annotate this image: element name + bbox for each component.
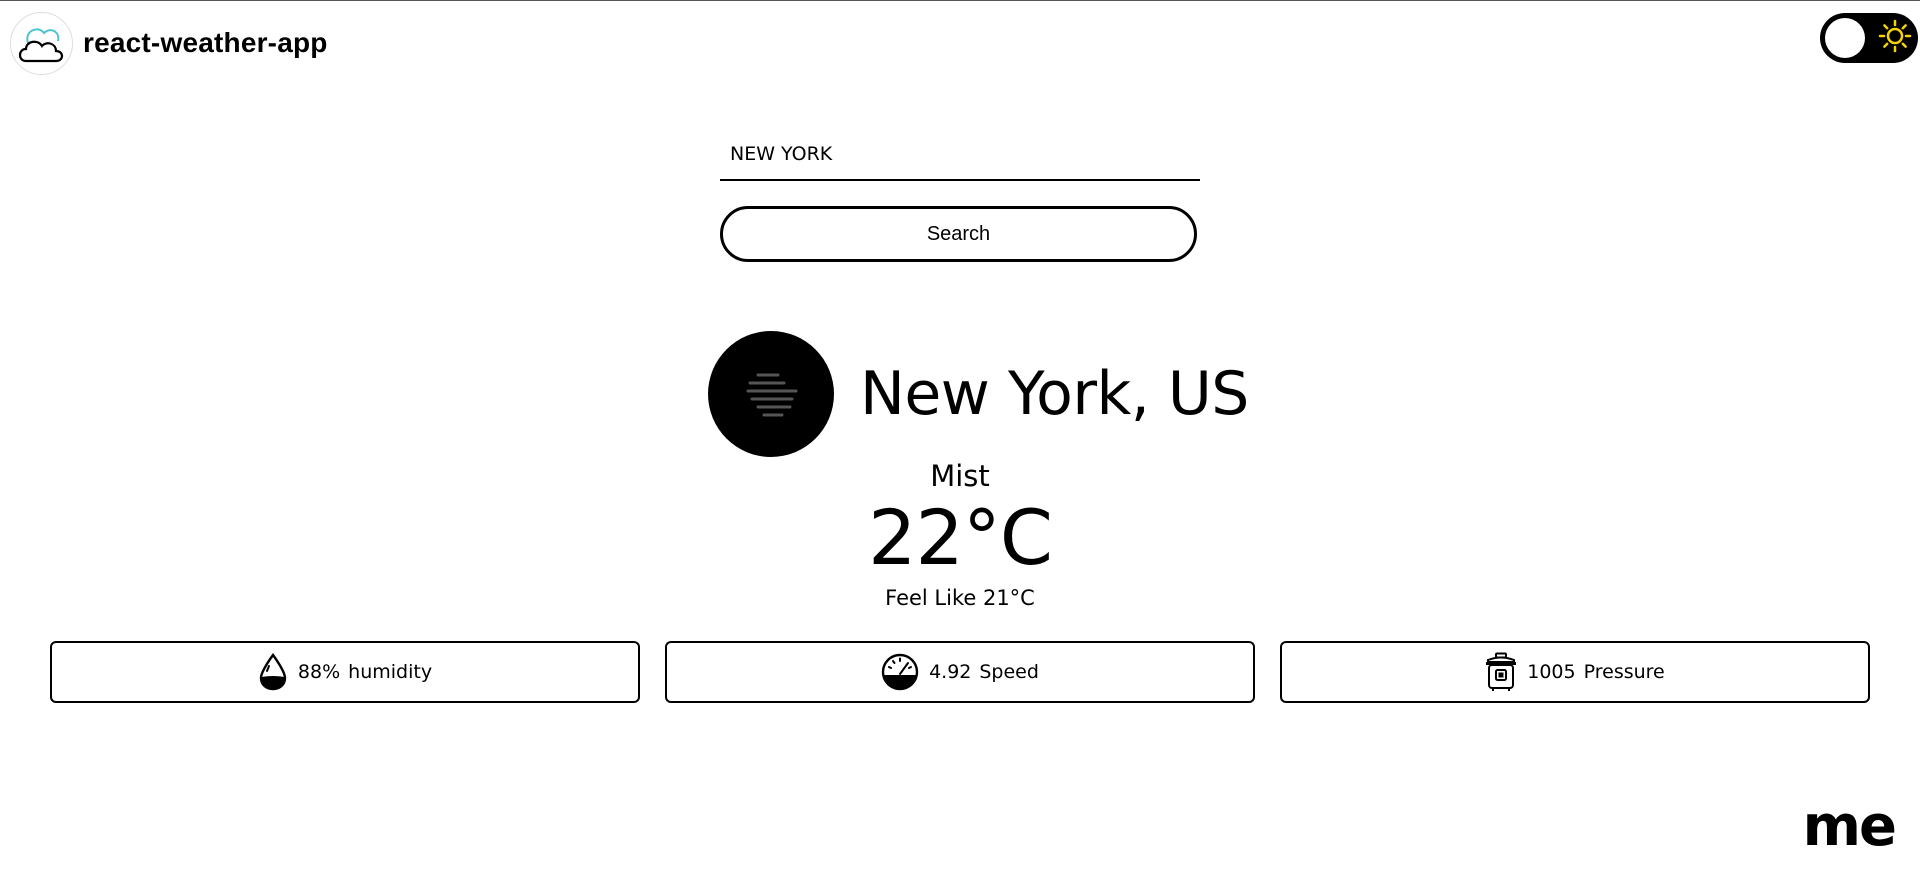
humidity-card: 88% humidity [50, 641, 640, 703]
pressure-card: 1005 Pressure [1280, 641, 1870, 703]
humidity-label: humidity [348, 661, 433, 683]
humidity-value: 88% [297, 661, 341, 683]
weather-condition: Mist [930, 459, 990, 493]
temperature: 22°C [868, 493, 1053, 582]
feels-like: Feel Like 21°C [885, 586, 1035, 610]
pressure-value: 1005 [1527, 661, 1576, 683]
water-drop-icon [258, 653, 288, 691]
mist-icon [708, 331, 834, 457]
speedometer-icon [881, 653, 919, 691]
city-search-input[interactable] [720, 129, 1200, 181]
city-name: New York, US [860, 359, 1249, 429]
app-root: react-weather-app Search [0, 0, 1920, 881]
pressure-label: Pressure [1583, 661, 1665, 683]
wind-speed-label: Speed [979, 661, 1039, 683]
sun-icon [1878, 19, 1912, 57]
wind-speed-card: 4.92 Speed [665, 641, 1255, 703]
weather-header: New York, US [708, 331, 1249, 457]
theme-toggle[interactable] [1820, 13, 1918, 63]
cloud-icon [10, 11, 73, 75]
signature: me [1802, 794, 1897, 859]
app-title: react-weather-app [83, 27, 328, 58]
toggle-knob [1825, 18, 1865, 58]
search-form: Search [720, 129, 1200, 262]
wind-speed-value: 4.92 [929, 661, 972, 683]
app-header: react-weather-app [10, 11, 328, 75]
pressure-cooker-icon [1485, 652, 1517, 692]
search-button[interactable]: Search [720, 206, 1197, 262]
